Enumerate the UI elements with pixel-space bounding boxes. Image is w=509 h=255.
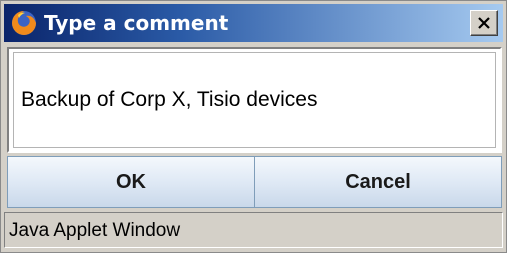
cancel-button[interactable]: Cancel [255,156,502,208]
firefox-icon [10,9,38,37]
close-button[interactable] [470,10,498,36]
status-text: Java Applet Window [9,220,181,241]
window-title: Type a comment [44,11,229,35]
close-icon [478,17,490,29]
comment-input[interactable] [15,55,494,145]
button-row: OK Cancel [7,156,502,208]
title-bar[interactable]: Type a comment [4,4,503,42]
status-bar: Java Applet Window [4,212,503,248]
ok-button[interactable]: OK [7,156,255,208]
dialog-window: Type a comment OK Cancel Java Applet Win… [0,0,507,253]
comment-area [7,47,502,153]
